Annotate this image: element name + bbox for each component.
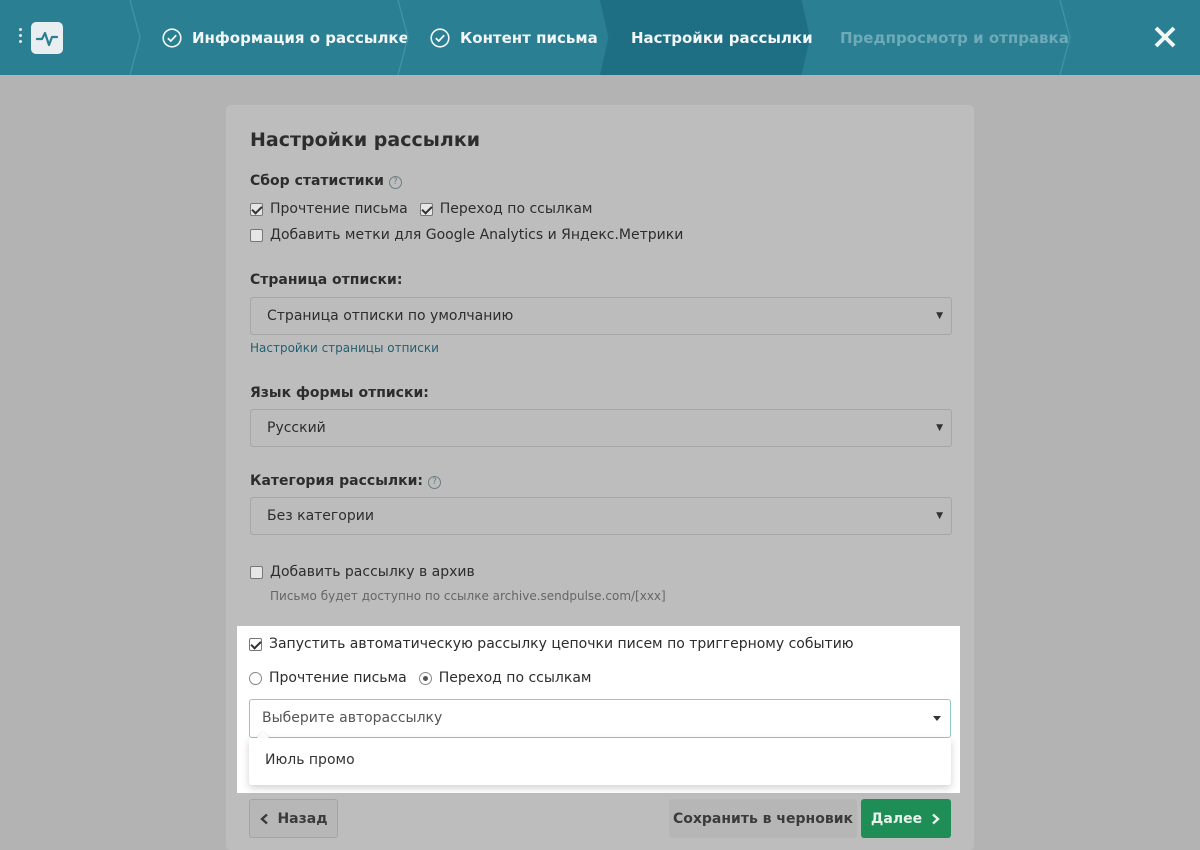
chevron-down-icon: ▼ — [936, 423, 943, 433]
unsub-lang-select[interactable]: Русский ▼ — [250, 409, 952, 447]
archive-hint: Письмо будет доступно по ссылке archive.… — [270, 589, 666, 603]
step-label: Настройки рассылки — [631, 28, 813, 47]
unsub-page-label: Страница отписки: — [250, 272, 403, 288]
close-icon[interactable] — [1152, 24, 1178, 50]
step-email-content[interactable]: Контент письма — [430, 0, 598, 75]
archive-checkbox-label: Добавить рассылку в архив — [270, 564, 475, 580]
category-value: Без категории — [267, 508, 374, 524]
dropdown-option[interactable]: Июль промо — [265, 752, 355, 768]
step-mailing-info[interactable]: Информация о рассылке — [162, 0, 409, 75]
pulse-icon — [35, 31, 59, 47]
clicks-checkbox-label: Переход по ссылкам — [439, 201, 593, 217]
unsub-page-select[interactable]: Страница отписки по умолчанию ▼ — [250, 297, 952, 335]
step-label: Контент письма — [460, 28, 598, 47]
trigger-checkbox[interactable] — [249, 637, 262, 651]
unsub-page-value: Страница отписки по умолчанию — [267, 308, 514, 324]
utm-checkbox-label: Добавить метки для Google Analytics и Ян… — [270, 227, 684, 243]
wizard-header: Информация о рассылке Контент письма Нас… — [0, 0, 1200, 75]
read-checkbox[interactable] — [250, 202, 263, 216]
back-button[interactable]: Назад — [249, 799, 338, 838]
save-draft-label: Сохранить в черновик — [672, 810, 854, 827]
chevron-left-icon — [260, 813, 269, 824]
chevron-down-icon: ▼ — [936, 311, 943, 321]
back-label: Назад — [277, 810, 328, 827]
step-label: Информация о рассылке — [192, 28, 409, 47]
category-label: Категория рассылки:? — [250, 473, 442, 489]
autoresponder-dropdown: Июль промо — [249, 738, 951, 785]
logo[interactable] — [31, 22, 63, 54]
page-title: Настройки рассылки — [250, 129, 481, 151]
archive-checkbox[interactable] — [250, 565, 263, 579]
menu-dots-icon[interactable] — [18, 28, 24, 48]
radio-clicks-label: Переход по ссылкам — [438, 670, 592, 686]
stats-options-row: Прочтение письма Переход по ссылкам — [250, 201, 592, 217]
step-divider — [129, 0, 141, 75]
unsub-lang-value: Русский — [267, 420, 326, 436]
autoresponder-placeholder: Выберите авторассылку — [262, 710, 443, 726]
radio-read[interactable] — [249, 671, 262, 685]
autoresponder-select[interactable]: Выберите авторассылку — [249, 699, 951, 738]
next-button[interactable]: Далее — [861, 799, 951, 838]
trigger-event-row: Прочтение письма Переход по ссылкам — [249, 670, 591, 686]
unsub-lang-label: Язык формы отписки: — [250, 385, 429, 401]
stats-label: Сбор статистики? — [250, 173, 402, 189]
next-label: Далее — [870, 810, 923, 827]
trigger-checkbox-label: Запустить автоматическую рассылку цепочк… — [269, 636, 854, 652]
step-preview-send[interactable]: Предпросмотр и отправка — [840, 0, 1069, 75]
archive-row: Добавить рассылку в архив — [250, 564, 475, 580]
read-checkbox-label: Прочтение письма — [270, 201, 408, 217]
clicks-checkbox[interactable] — [419, 202, 433, 216]
help-icon[interactable]: ? — [388, 176, 402, 189]
radio-clicks[interactable] — [418, 671, 432, 685]
check-circle-icon — [162, 27, 182, 48]
category-select[interactable]: Без категории ▼ — [250, 497, 952, 535]
radio-read-label: Прочтение письма — [269, 670, 407, 686]
utm-row: Добавить метки для Google Analytics и Ян… — [250, 227, 683, 243]
check-circle-icon — [430, 27, 450, 48]
utm-checkbox[interactable] — [250, 228, 263, 242]
unsub-page-settings-link[interactable]: Настройки страницы отписки — [250, 341, 439, 355]
help-icon[interactable]: ? — [428, 476, 442, 489]
save-draft-button[interactable]: Сохранить в черновик — [669, 799, 857, 838]
step-divider — [1059, 0, 1071, 75]
step-label: Предпросмотр и отправка — [840, 28, 1069, 47]
chevron-down-icon: ▼ — [936, 511, 943, 521]
step-mailing-settings[interactable]: Настройки рассылки — [631, 0, 813, 75]
trigger-row: Запустить автоматическую рассылку цепочк… — [249, 636, 854, 652]
step-divider — [397, 0, 409, 75]
chevron-right-icon — [932, 813, 940, 824]
caret-down-icon — [933, 716, 941, 721]
